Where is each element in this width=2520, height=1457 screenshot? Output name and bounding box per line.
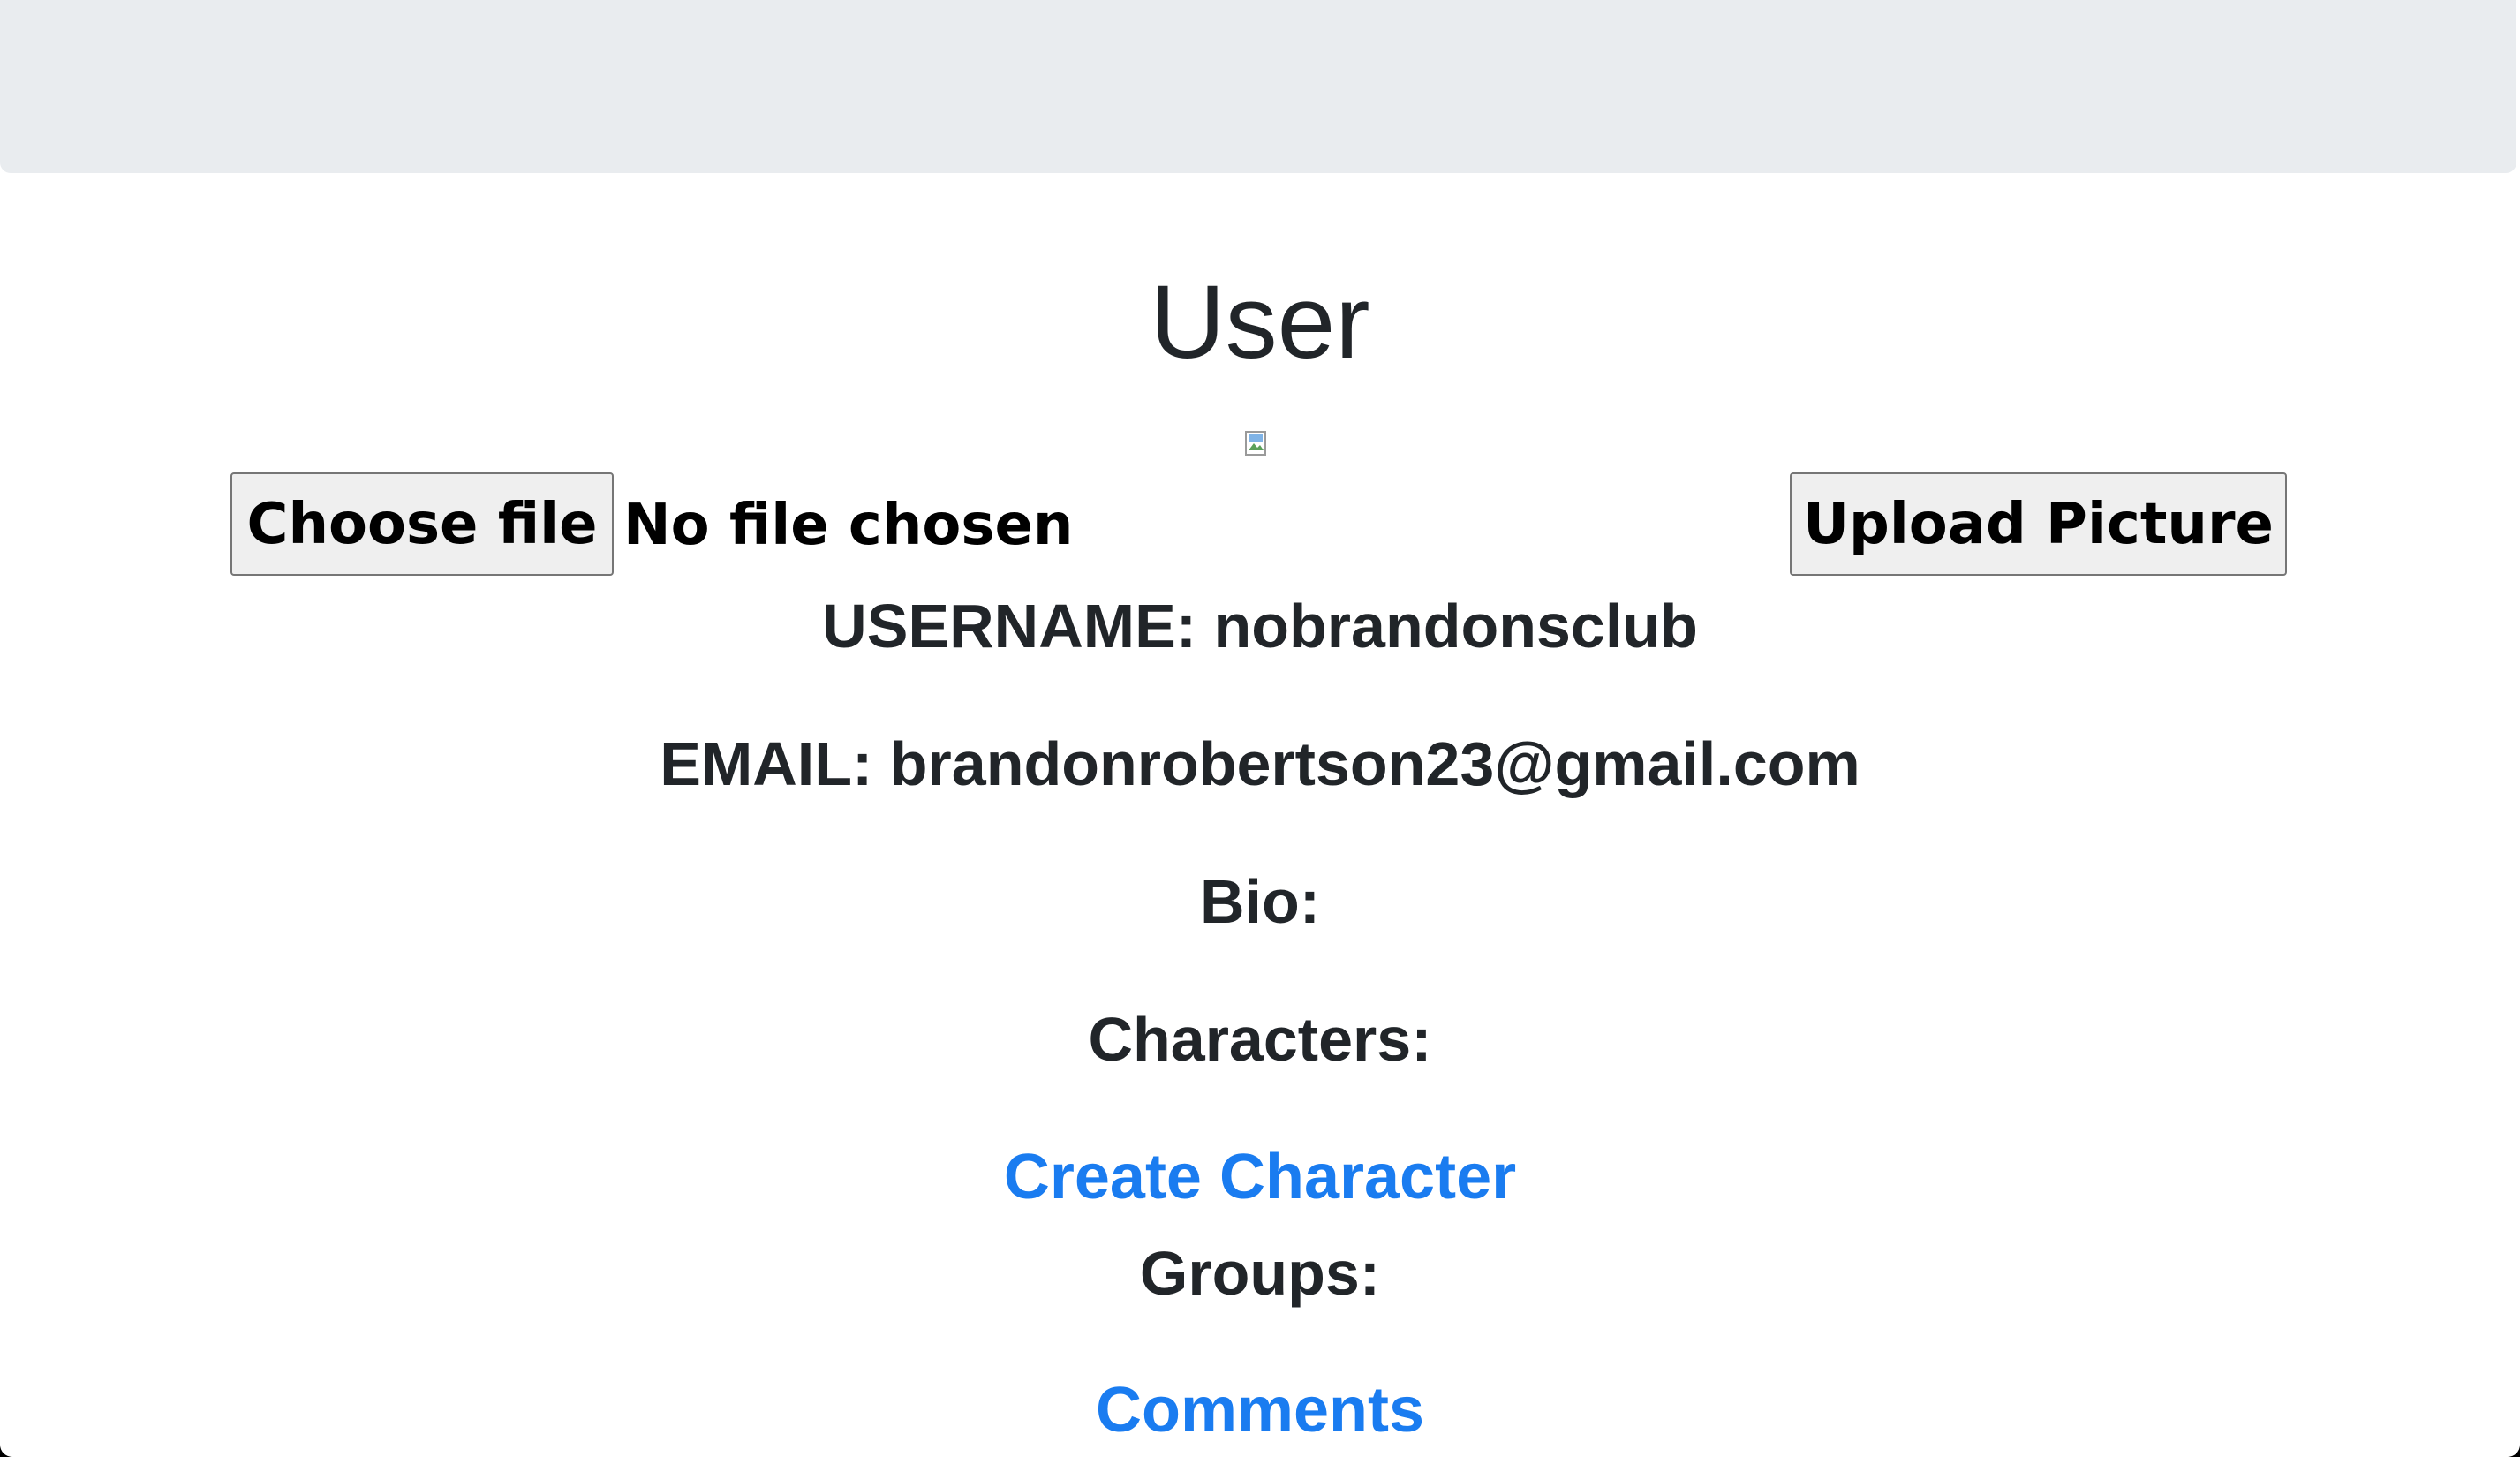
- broken-image-icon: [1245, 431, 1266, 456]
- characters-label: Characters:: [1088, 1005, 1432, 1074]
- comments-link[interactable]: Comments: [0, 1370, 2520, 1451]
- email-text: EMAIL: brandonrobertson23@gmail.com: [660, 729, 1860, 798]
- file-status-text: No file chosen: [623, 493, 1074, 558]
- create-character-link[interactable]: Create Character: [0, 1136, 2520, 1218]
- username-text: USERNAME: nobrandonsclub: [822, 592, 1698, 661]
- choose-file-button[interactable]: Choose file: [230, 472, 614, 576]
- navbar: [0, 0, 2516, 173]
- upload-picture-button[interactable]: Upload Picture: [1790, 472, 2287, 576]
- page: User Choose file No file chosen Upload P…: [0, 0, 2520, 1457]
- page-title: User: [1150, 264, 1370, 381]
- groups-label: Groups:: [1139, 1239, 1381, 1308]
- bio-label: Bio:: [1199, 867, 1321, 936]
